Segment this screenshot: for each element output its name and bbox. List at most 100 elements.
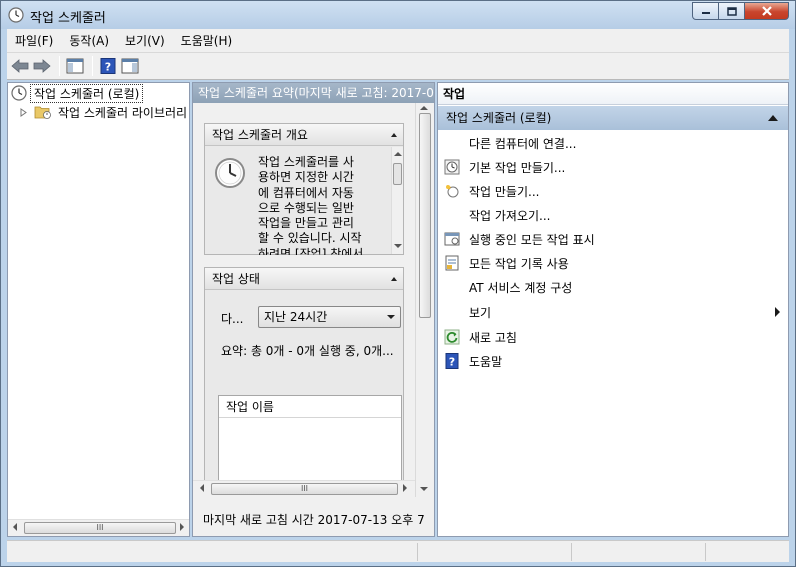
- tree-item-root[interactable]: 작업 스케줄러 (로컬): [11, 83, 144, 103]
- action-label: 기본 작업 만들기...: [469, 161, 566, 175]
- overview-line: 에 컴퓨터에서 자동: [258, 185, 354, 200]
- submenu-arrow-icon: [775, 307, 780, 317]
- scroll-down-arrow[interactable]: [394, 244, 402, 248]
- minimize-icon: [701, 12, 710, 14]
- tree-item-label: 작업 스케줄러 라이브러리: [58, 105, 188, 120]
- overview-vertical-scrollbar[interactable]: [391, 147, 403, 254]
- show-hide-action-pane-button[interactable]: [120, 56, 140, 76]
- scroll-right-arrow[interactable]: [403, 484, 407, 492]
- scroll-down-arrow[interactable]: [420, 487, 428, 491]
- action-connect-another-computer[interactable]: 다른 컴퓨터에 연결...: [438, 131, 788, 155]
- show-hide-console-tree-icon: [66, 58, 84, 74]
- scroll-up-arrow[interactable]: [420, 106, 428, 110]
- overview-line: 작업을 만들고 관리: [258, 216, 354, 231]
- action-import-task[interactable]: 작업 가져오기...: [438, 203, 788, 227]
- collapse-icon[interactable]: [768, 115, 778, 121]
- action-refresh[interactable]: 새로 고침: [438, 325, 788, 349]
- minimize-button[interactable]: [692, 2, 719, 20]
- clock-icon: [215, 158, 245, 188]
- status-cell: [417, 543, 571, 561]
- toolbar: ?: [7, 53, 789, 80]
- collapse-icon[interactable]: [391, 133, 397, 137]
- overview-section-header[interactable]: 작업 스케줄러 개요: [205, 124, 403, 146]
- scroll-thumb[interactable]: III: [211, 483, 398, 495]
- status-summary: 요약: 총 0개 - 0개 실행 중, 0개...: [221, 344, 394, 358]
- task-history-icon: [445, 255, 459, 271]
- overview-line: 하려면 [작업] 창에서: [258, 246, 364, 255]
- tree-item-library[interactable]: 작업 스케줄러 라이브러리: [19, 103, 190, 121]
- action-label: AT 서비스 계정 구성: [469, 281, 573, 295]
- overview-section: 작업 스케줄러 개요 작업 스케줄러를 사 용하면 지정한 시간 에 컴퓨터에서…: [204, 123, 404, 255]
- actions-group-title: 작업 스케줄러 (로컬): [446, 111, 552, 125]
- task-status-section-header[interactable]: 작업 상태: [205, 268, 403, 290]
- action-create-task[interactable]: 작업 만들기...: [438, 179, 788, 203]
- clock-icon: [8, 7, 24, 23]
- clock-icon: [11, 85, 27, 101]
- svg-text:?: ?: [449, 356, 455, 369]
- scroll-left-arrow[interactable]: [13, 523, 17, 531]
- scroll-thumb[interactable]: [393, 163, 402, 185]
- overview-line: 할 수 있습니다. 시작: [258, 231, 362, 246]
- actions-group-header[interactable]: 작업 스케줄러 (로컬): [438, 106, 788, 130]
- running-tasks-icon: [444, 232, 460, 246]
- summary-horizontal-scrollbar[interactable]: III: [193, 480, 415, 497]
- task-list[interactable]: 작업 이름: [218, 395, 402, 490]
- summary-header: 작업 스케줄러 요약(마지막 새로 고침: 2017-0: [193, 83, 434, 103]
- folder-clock-icon: [34, 106, 51, 119]
- close-icon: [761, 6, 772, 16]
- scroll-left-arrow[interactable]: [200, 484, 204, 492]
- help-icon: ?: [445, 353, 459, 369]
- collapse-icon[interactable]: [391, 277, 397, 281]
- action-help[interactable]: ? 도움말: [438, 349, 788, 373]
- console-tree: 작업 스케줄러 (로컬) 작업 스케줄러 라이브러리 III: [7, 82, 190, 537]
- refresh-icon: [444, 329, 460, 345]
- overview-section-title: 작업 스케줄러 개요: [212, 128, 308, 142]
- basic-task-wizard-icon: [444, 159, 460, 175]
- close-button[interactable]: [745, 2, 789, 20]
- scroll-thumb[interactable]: [419, 113, 431, 318]
- action-create-basic-task[interactable]: 기본 작업 만들기...: [438, 155, 788, 179]
- main-window: 작업 스케줄러 파일(F) 동작(A) 보기(V) 도움말(H) ? 작업 스케…: [0, 0, 796, 567]
- action-display-running-tasks[interactable]: 실행 중인 모든 작업 표시: [438, 227, 788, 251]
- expand-icon[interactable]: [19, 107, 28, 117]
- column-header-task-name[interactable]: 작업 이름: [219, 396, 401, 418]
- window-title: 작업 스케줄러: [30, 11, 106, 26]
- menu-help[interactable]: 도움말(H): [173, 30, 241, 52]
- back-button[interactable]: [10, 56, 30, 76]
- svg-text:?: ?: [105, 61, 111, 74]
- actions-header: 작업: [438, 83, 788, 105]
- scroll-up-arrow[interactable]: [394, 152, 402, 156]
- action-label: 새로 고침: [469, 331, 517, 345]
- action-enable-all-tasks-history[interactable]: 모든 작업 기록 사용: [438, 251, 788, 275]
- menu-action[interactable]: 동작(A): [61, 30, 117, 52]
- scroll-thumb[interactable]: III: [24, 522, 176, 534]
- tree-item-label: 작업 스케줄러 (로컬): [30, 83, 144, 103]
- summary-vertical-scrollbar[interactable]: [415, 103, 432, 497]
- menu-file[interactable]: 파일(F): [7, 30, 61, 52]
- action-label: 작업 만들기...: [469, 185, 540, 199]
- forward-button[interactable]: [32, 56, 52, 76]
- summary-pane: 작업 스케줄러 요약(마지막 새로 고침: 2017-0 작업 스케줄러 개요 …: [192, 82, 435, 537]
- task-status-section: 작업 상태 다... 지난 24시간 요약: 총 0개 - 0개 실행 중, 0…: [204, 267, 404, 497]
- overview-line: 으로 수행되는 일반: [258, 200, 354, 215]
- action-at-service-account[interactable]: AT 서비스 계정 구성: [438, 275, 788, 299]
- help-button[interactable]: ?: [98, 56, 118, 76]
- action-label: 도움말: [469, 355, 503, 369]
- scroll-right-arrow[interactable]: [180, 523, 184, 531]
- status-cell: [705, 543, 789, 561]
- tree-horizontal-scrollbar[interactable]: III: [8, 519, 189, 536]
- time-range-value: 지난 24시간: [264, 310, 328, 324]
- status-cell: [571, 543, 705, 561]
- forward-arrow-icon: [33, 59, 51, 73]
- action-view[interactable]: 보기: [438, 300, 788, 324]
- overview-description: 작업 스케줄러를 사 용하면 지정한 시간 에 컴퓨터에서 자동 으로 수행되는…: [258, 155, 396, 255]
- title-bar[interactable]: 작업 스케줄러: [1, 1, 795, 29]
- last-refresh-time: 마지막 새로 고침 시간 2017-07-13 오후 7: [203, 513, 425, 527]
- filter-label: 다...: [221, 312, 244, 326]
- action-label: 다른 컴퓨터에 연결...: [469, 137, 577, 151]
- show-hide-console-tree-button[interactable]: [65, 56, 85, 76]
- time-range-dropdown[interactable]: 지난 24시간: [258, 306, 401, 328]
- maximize-button[interactable]: [719, 2, 745, 20]
- overview-line: 용하면 지정한 시간: [258, 170, 354, 185]
- menu-view[interactable]: 보기(V): [117, 30, 173, 52]
